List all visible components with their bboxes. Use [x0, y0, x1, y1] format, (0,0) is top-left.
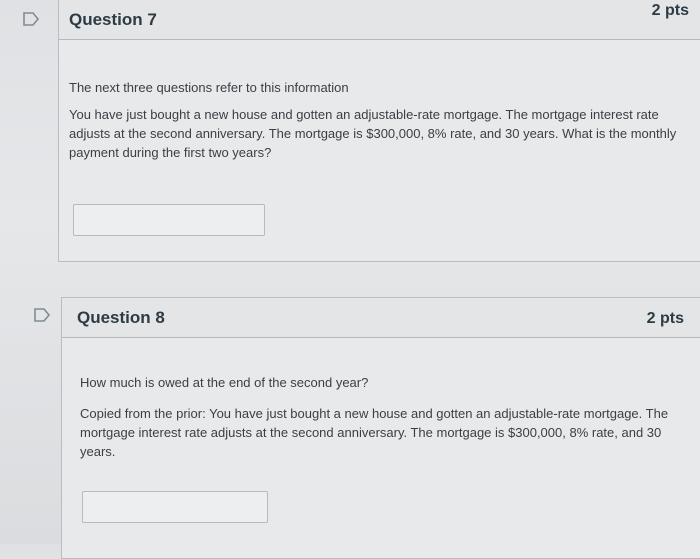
question-8-points: 2 pts	[646, 310, 684, 327]
question-7-points: 2 pts	[651, 2, 689, 19]
flag-question-7-icon[interactable]	[22, 12, 40, 26]
question-8-body: Copied from the prior: You have just bou…	[80, 406, 669, 459]
question-8-answer-input[interactable]	[82, 491, 268, 523]
question-8-title: Question 8	[77, 308, 165, 327]
question-7-body: You have just bought a new house and got…	[69, 107, 677, 160]
question-7-header: Question 7 2 pts	[59, 0, 700, 40]
question-7-title: Question 7	[69, 10, 157, 29]
question-7-answer-input[interactable]	[73, 204, 265, 236]
question-8-panel: Question 8 2 pts How much is owed at the…	[61, 297, 700, 559]
flag-question-8-icon[interactable]	[33, 308, 51, 322]
question-7-intro: The next three questions refer to this i…	[69, 80, 349, 95]
question-8-prompt: How much is owed at the end of the secon…	[80, 375, 369, 390]
question-8-header: Question 8 2 pts	[62, 298, 700, 338]
question-7-panel: Question 7 2 pts The next three question…	[58, 0, 700, 262]
